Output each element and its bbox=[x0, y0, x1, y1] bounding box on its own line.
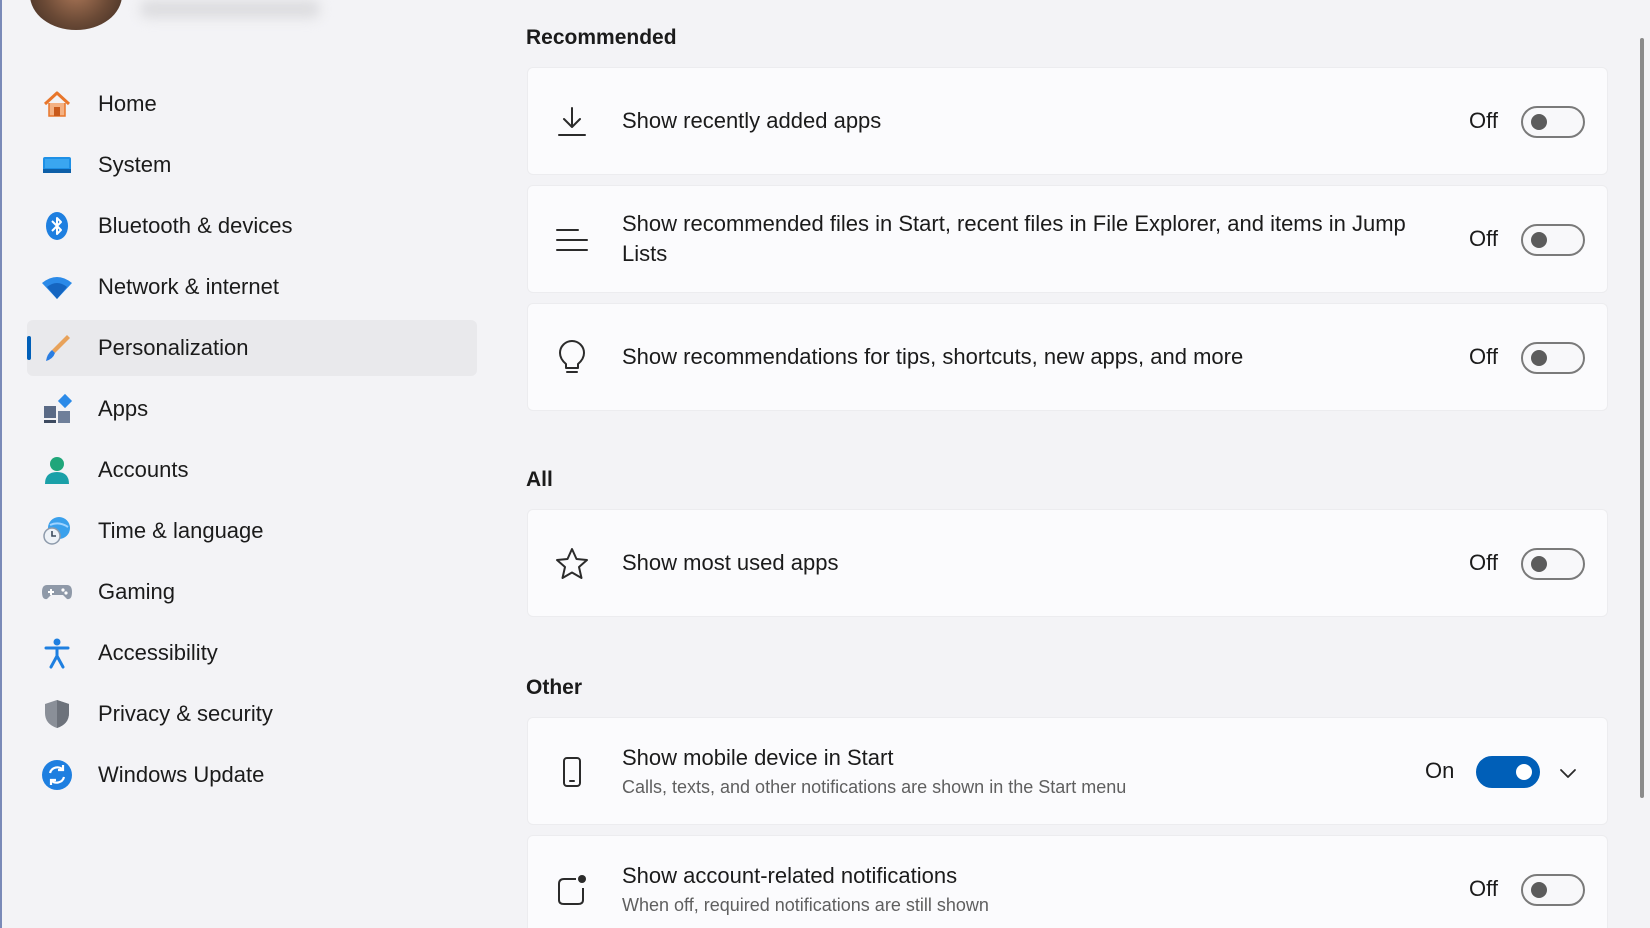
setting-description: Calls, texts, and other notifications ar… bbox=[622, 776, 1127, 797]
sidebar: Home System Bluetooth & devices Network … bbox=[0, 0, 490, 928]
sidebar-item-label: Windows Update bbox=[98, 762, 265, 787]
sidebar-item-label: Accessibility bbox=[98, 640, 218, 665]
recommended-files-toggle[interactable] bbox=[1521, 224, 1585, 256]
section-title-other: Other bbox=[526, 676, 583, 699]
sidebar-item-bluetooth[interactable]: Bluetooth & devices bbox=[27, 198, 477, 254]
most-used-toggle[interactable] bbox=[1521, 548, 1585, 580]
toggle-knob bbox=[1531, 556, 1547, 572]
setting-card-account-notifications: Show account-related notifications When … bbox=[527, 835, 1608, 928]
star-icon bbox=[554, 546, 590, 582]
sidebar-item-label: Personalization bbox=[98, 335, 249, 360]
toggle-knob bbox=[1516, 764, 1532, 780]
toggle-state-label: Off bbox=[1469, 344, 1498, 369]
sidebar-item-label: System bbox=[98, 152, 172, 177]
sidebar-item-label: Apps bbox=[98, 396, 149, 421]
system-icon bbox=[41, 149, 73, 181]
toggle-knob bbox=[1531, 350, 1547, 366]
sidebar-item-network[interactable]: Network & internet bbox=[27, 259, 477, 315]
setting-card-mobile-device[interactable]: Show mobile device in Start Calls, texts… bbox=[527, 717, 1608, 825]
notification-badge-icon bbox=[554, 872, 590, 908]
setting-description: When off, required notifications are sti… bbox=[622, 894, 989, 915]
active-indicator bbox=[27, 336, 31, 360]
avatar[interactable] bbox=[30, 0, 122, 30]
sidebar-item-system[interactable]: System bbox=[27, 137, 477, 193]
toggle-knob bbox=[1531, 114, 1547, 130]
lightbulb-icon bbox=[554, 340, 590, 376]
setting-title: Show recommended files in Start, recent … bbox=[622, 211, 1406, 266]
vertical-scrollbar[interactable] bbox=[1640, 38, 1644, 798]
home-icon bbox=[41, 88, 73, 120]
sidebar-item-accessibility[interactable]: Accessibility bbox=[27, 625, 477, 681]
accessibility-icon bbox=[41, 637, 73, 669]
sidebar-item-time-language[interactable]: Time & language bbox=[27, 503, 477, 559]
toggle-state-label: Off bbox=[1469, 226, 1498, 251]
sidebar-item-label: Time & language bbox=[98, 518, 264, 543]
bluetooth-icon bbox=[41, 210, 73, 242]
shield-icon bbox=[41, 698, 73, 730]
toggle-state-label: Off bbox=[1469, 876, 1498, 901]
toggle-knob bbox=[1531, 232, 1547, 248]
download-icon bbox=[554, 104, 590, 140]
username-blurred bbox=[140, 0, 320, 18]
sidebar-item-label: Privacy & security bbox=[98, 701, 273, 726]
setting-title: Show mobile device in Start bbox=[622, 744, 894, 770]
sidebar-item-apps[interactable]: Apps bbox=[27, 381, 477, 437]
wifi-icon bbox=[41, 271, 73, 303]
setting-card-recommendations-tips: Show recommendations for tips, shortcuts… bbox=[527, 303, 1608, 411]
setting-title: Show recommendations for tips, shortcuts… bbox=[622, 344, 1244, 369]
toggle-knob bbox=[1531, 882, 1547, 898]
sidebar-item-label: Network & internet bbox=[98, 274, 279, 299]
setting-title: Show recently added apps bbox=[622, 108, 882, 133]
setting-title: Show most used apps bbox=[622, 550, 839, 575]
setting-card-recommended-files: Show recommended files in Start, recent … bbox=[527, 185, 1608, 293]
apps-icon bbox=[41, 393, 73, 425]
gamepad-icon bbox=[41, 576, 73, 608]
chevron-down-icon[interactable] bbox=[1557, 762, 1579, 784]
sidebar-item-label: Accounts bbox=[98, 457, 189, 482]
sidebar-item-gaming[interactable]: Gaming bbox=[27, 564, 477, 620]
sidebar-item-privacy-security[interactable]: Privacy & security bbox=[27, 686, 477, 742]
lines-icon bbox=[554, 222, 590, 258]
recently-added-toggle[interactable] bbox=[1521, 106, 1585, 138]
sidebar-item-home[interactable]: Home bbox=[27, 76, 477, 132]
paintbrush-icon bbox=[41, 332, 73, 364]
globe-clock-icon bbox=[41, 515, 73, 547]
phone-icon bbox=[554, 754, 590, 790]
toggle-state-label: Off bbox=[1469, 108, 1498, 133]
account-notifications-toggle[interactable] bbox=[1521, 874, 1585, 906]
update-icon bbox=[41, 759, 73, 791]
sidebar-item-label: Gaming bbox=[98, 579, 176, 604]
section-title-recommended: Recommended bbox=[526, 26, 677, 49]
toggle-state-label: On bbox=[1425, 758, 1455, 783]
toggle-state-label: Off bbox=[1469, 550, 1498, 575]
mobile-device-toggle[interactable] bbox=[1476, 756, 1540, 788]
sidebar-item-label: Bluetooth & devices bbox=[98, 213, 293, 238]
section-title-all: All bbox=[526, 468, 553, 491]
setting-title: Show account-related notifications bbox=[622, 862, 958, 888]
sidebar-item-label: Home bbox=[98, 91, 157, 116]
settings-window: Home System Bluetooth & devices Network … bbox=[0, 0, 1650, 928]
person-icon bbox=[41, 454, 73, 486]
sidebar-item-windows-update[interactable]: Windows Update bbox=[27, 747, 477, 803]
recommendations-tips-toggle[interactable] bbox=[1521, 342, 1585, 374]
sidebar-item-accounts[interactable]: Accounts bbox=[27, 442, 477, 498]
setting-card-recently-added: Show recently added apps Off bbox=[527, 67, 1608, 175]
sidebar-item-personalization[interactable]: Personalization bbox=[27, 320, 477, 376]
setting-card-most-used: Show most used apps Off bbox=[527, 509, 1608, 617]
main-content: Recommended Show recently added apps Off… bbox=[525, 0, 1610, 928]
